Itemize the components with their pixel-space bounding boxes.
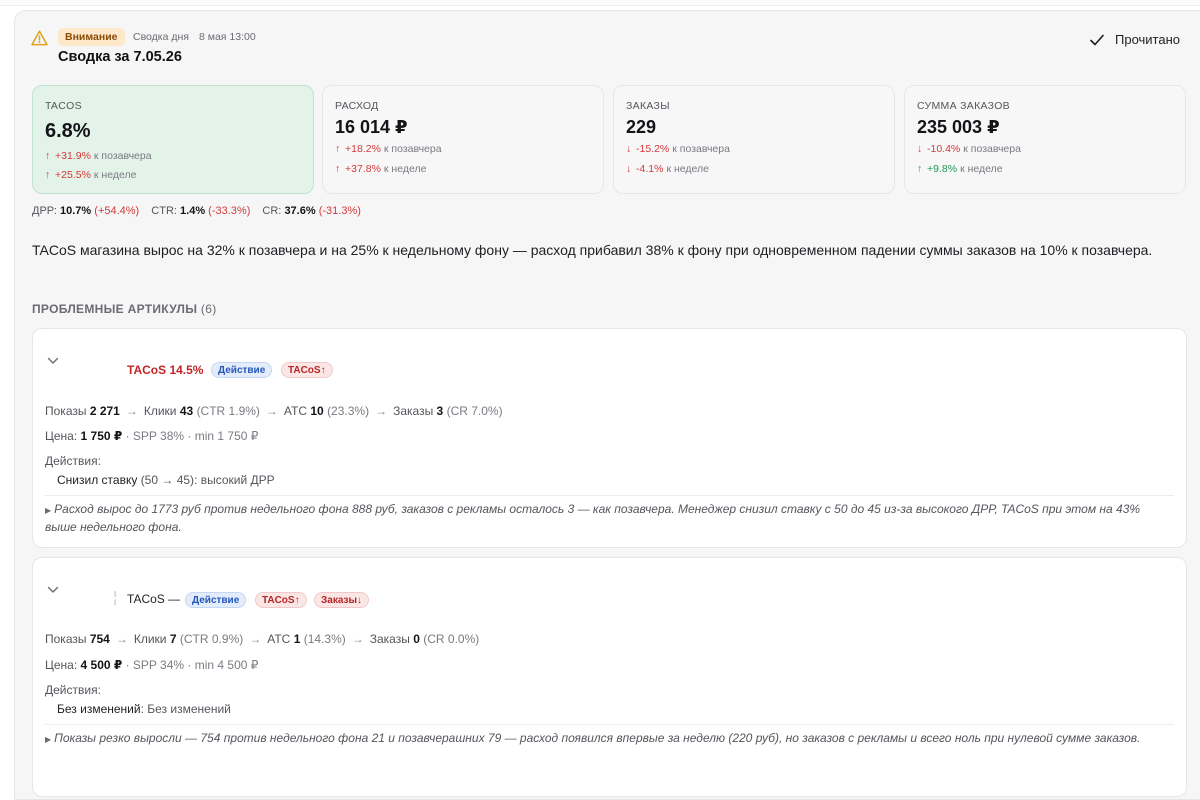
ratio-cr: CR: 37.6% (-31.3%) — [262, 205, 361, 217]
metric-delta-day: ↓ -15.2% к позавчера — [626, 143, 730, 155]
page-title: Сводка за 7.05.26 — [58, 49, 182, 65]
top-divider — [0, 0, 1200, 6]
metric-delta-week: ↓ -4.1% к неделе — [626, 163, 709, 175]
tag-tacos-up: TACoS↑ — [281, 362, 333, 378]
section-title: ПРОБЛЕМНЫЕ АРТИКУЛЫ (6) — [32, 302, 217, 316]
problem-card: ╎ TACoS — Действие TACoS↑ Заказы↓ Показы… — [32, 557, 1187, 797]
warning-icon — [31, 30, 48, 46]
triangle-right-icon: ▶ — [45, 735, 52, 744]
tacos-value: TACoS 14.5% — [127, 363, 204, 377]
check-icon — [1090, 34, 1104, 45]
attention-badge: Внимание — [58, 28, 125, 46]
note-divider — [45, 724, 1174, 725]
metric-card-spend: РАСХОД 16 014 ₽ ↑ +18.2% к позавчера ↑ +37.… — [322, 85, 604, 194]
mark-read-label: Прочитано — [1115, 32, 1180, 47]
price-line: Цена: 4 500 ₽ · SPP 34% · min 4 500 ₽ — [45, 658, 259, 672]
problem-card: TACoS 14.5% Действие TACoS↑ Показы 2 271… — [32, 328, 1187, 548]
metric-delta-day: ↑ +18.2% к позавчера — [335, 143, 442, 155]
chevron-down-icon[interactable] — [47, 586, 59, 594]
tacos-value: TACoS — — [127, 592, 181, 606]
metric-value: 16 014 ₽ — [335, 117, 408, 137]
tag-action: Действие — [211, 362, 273, 378]
price-line: Цена: 1 750 ₽ · SPP 38% · min 1 750 ₽ — [45, 429, 259, 443]
digest-type: Сводка дня — [133, 31, 189, 43]
actions-label: Действия: — [45, 454, 101, 468]
action-text: Снизил ставку (50 → 45): высокий ДРР — [57, 473, 275, 487]
metric-value: 229 — [626, 117, 657, 137]
metric-label: РАСХОД — [335, 100, 379, 112]
funnel-line: Показы 2 271 → Клики 43 (CTR 1.9%) → ATC 10 … — [45, 404, 503, 418]
summary-text: TACoS магазина вырос на 32% к позавчера … — [32, 242, 1153, 258]
metric-delta-day: ↓ -10.4% к позавчера — [917, 143, 1021, 155]
tag-orders-down: Заказы↓ — [314, 592, 370, 608]
triangle-right-icon: ▶ — [45, 506, 52, 515]
metric-value: 6.8% — [45, 120, 91, 142]
metric-card-order-sum: СУММА ЗАКАЗОВ 235 003 ₽ ↓ -10.4% к позавче… — [904, 85, 1186, 194]
metric-delta-week: ↑ +25.5% к неделе — [45, 169, 137, 181]
image-placeholder-icon: ╎ — [111, 590, 120, 606]
ratios-line: ДРР: 10.7% (+54.4%) CTR: 1.4% (-33.3%) C… — [32, 205, 370, 217]
header-meta: Сводка дня 8 мая 13:00 — [133, 31, 266, 43]
metric-label: TACOS — [45, 100, 82, 112]
digest-time: 8 мая 13:00 — [198, 31, 256, 43]
metric-card-tacos: TACOS 6.8% ↑ +31.9% к позавчера ↑ +25.5% к н… — [32, 85, 314, 194]
metric-label: СУММА ЗАКАЗОВ — [917, 100, 1010, 112]
metric-delta-week: ↑ +37.8% к неделе — [335, 163, 427, 175]
analysis-note: ▶ Показы резко выросли — 754 против недел… — [45, 731, 1141, 745]
analysis-note: ▶ Расход вырос до 1773 руб против недельн… — [45, 502, 1141, 534]
metric-card-orders: ЗАКАЗЫ 229 ↓ -15.2% к позавчера ↓ -4.1% к не… — [613, 85, 895, 194]
ratio-drr: ДРР: 10.7% (+54.4%) — [32, 205, 140, 217]
note-divider — [45, 495, 1174, 496]
metric-label: ЗАКАЗЫ — [626, 100, 670, 112]
ratio-ctr: CTR: 1.4% (-33.3%) — [151, 205, 251, 217]
tag-action: Действие — [185, 592, 247, 608]
actions-label: Действия: — [45, 683, 101, 697]
funnel-line: Показы 754 → Клики 7 (CTR 0.9%) → ATC 1 (14.… — [45, 632, 480, 646]
metric-delta-week: ↑ +9.8% к неделе — [917, 163, 1003, 175]
chevron-down-icon[interactable] — [47, 357, 59, 365]
action-text: Без изменений: Без изменений — [57, 702, 231, 716]
tag-tacos-up: TACoS↑ — [255, 592, 307, 608]
mark-read-button[interactable]: Прочитано — [1089, 32, 1180, 47]
metric-delta-day: ↑ +31.9% к позавчера — [45, 150, 152, 162]
metric-value: 235 003 ₽ — [917, 117, 1000, 137]
